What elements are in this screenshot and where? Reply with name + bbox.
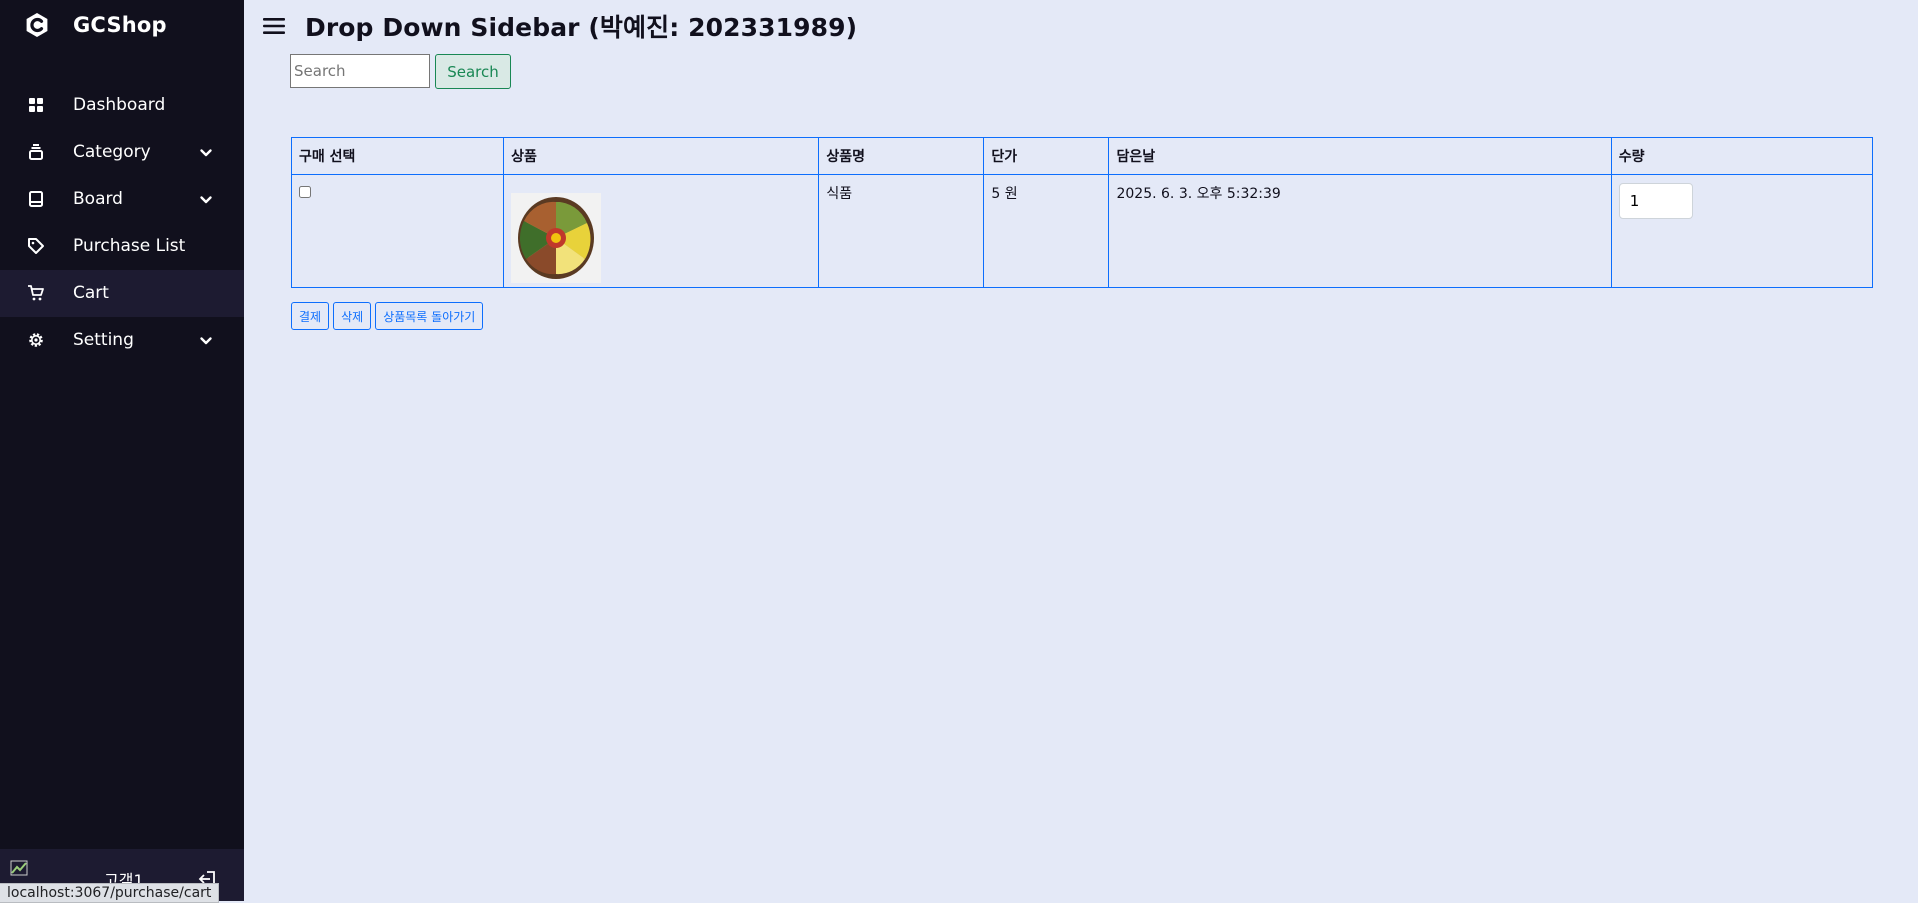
- search-input[interactable]: [290, 54, 430, 88]
- column-header: 담은날: [1108, 137, 1612, 175]
- layers-icon: [29, 144, 43, 160]
- grid-icon: [29, 98, 43, 112]
- back-to-products-button[interactable]: 상품목록 돌아가기: [375, 302, 484, 330]
- chevron-down-icon[interactable]: [199, 146, 213, 160]
- app-name: GCShop: [73, 13, 167, 37]
- quantity-input[interactable]: [1618, 183, 1693, 219]
- book-icon: [29, 191, 43, 207]
- menu-icon[interactable]: [262, 14, 286, 38]
- product-image-cell: [503, 174, 820, 288]
- product-image: [511, 193, 602, 283]
- search-button[interactable]: Search: [435, 54, 511, 89]
- cog-icon: [29, 333, 43, 347]
- column-header: 상품명: [818, 137, 985, 175]
- cart-actions: 결제 삭제 상품목록 돌아가기: [291, 302, 484, 330]
- logo-c-icon: [26, 13, 48, 37]
- sidebar-item-setting[interactable]: Setting: [0, 317, 244, 364]
- sidebar-item-label: Board: [73, 189, 123, 209]
- column-header: 구매 선택: [290, 137, 505, 175]
- table-header-row: 구매 선택 상품 상품명 단가 담은날 수량: [290, 137, 1874, 175]
- sidebar-item-label: Purchase List: [73, 236, 186, 256]
- sidebar-item-label: Cart: [73, 283, 109, 303]
- status-url: localhost:3067/purchase/cart: [0, 883, 220, 903]
- column-header: 수량: [1610, 137, 1874, 175]
- tag-icon: [28, 238, 44, 254]
- select-cell: [290, 174, 505, 288]
- sidebar-item-purchase-list[interactable]: Purchase List: [0, 223, 244, 270]
- sidebar-item-cart[interactable]: Cart: [0, 270, 244, 317]
- chevron-down-icon[interactable]: [199, 334, 213, 348]
- column-header: 상품: [503, 137, 820, 175]
- date-cell: 2025. 6. 3. 오후 5:32:39: [1108, 174, 1612, 288]
- column-header: 단가: [983, 137, 1110, 175]
- sidebar-item-dashboard[interactable]: Dashboard: [0, 82, 244, 129]
- cart-table: 구매 선택 상품 상품명 단가 담은날 수량 식품 5 원 2025. 6. 3…: [290, 137, 1874, 288]
- broken-image-icon: [10, 860, 28, 876]
- page-title: Drop Down Sidebar (박예진: 202331989): [305, 13, 858, 42]
- sidebar-item-category[interactable]: Category: [0, 129, 244, 176]
- product-name-cell: 식품: [818, 174, 985, 288]
- sidebar: GCShop Dashboard Category Board Purchase…: [0, 0, 244, 901]
- table-row: 식품 5 원 2025. 6. 3. 오후 5:32:39: [290, 174, 1874, 288]
- delete-button[interactable]: 삭제: [333, 302, 372, 330]
- chevron-down-icon[interactable]: [199, 193, 213, 207]
- pay-button[interactable]: 결제: [291, 302, 330, 330]
- price-cell: 5 원: [983, 174, 1110, 288]
- quantity-cell: [1610, 174, 1874, 288]
- cart-icon: [28, 285, 44, 301]
- sidebar-item-label: Dashboard: [73, 95, 166, 115]
- logo[interactable]: GCShop: [0, 0, 244, 52]
- purchase-select-checkbox[interactable]: [299, 186, 311, 198]
- sidebar-item-label: Setting: [73, 330, 134, 350]
- sidebar-item-label: Category: [73, 142, 151, 162]
- sidebar-item-board[interactable]: Board: [0, 176, 244, 223]
